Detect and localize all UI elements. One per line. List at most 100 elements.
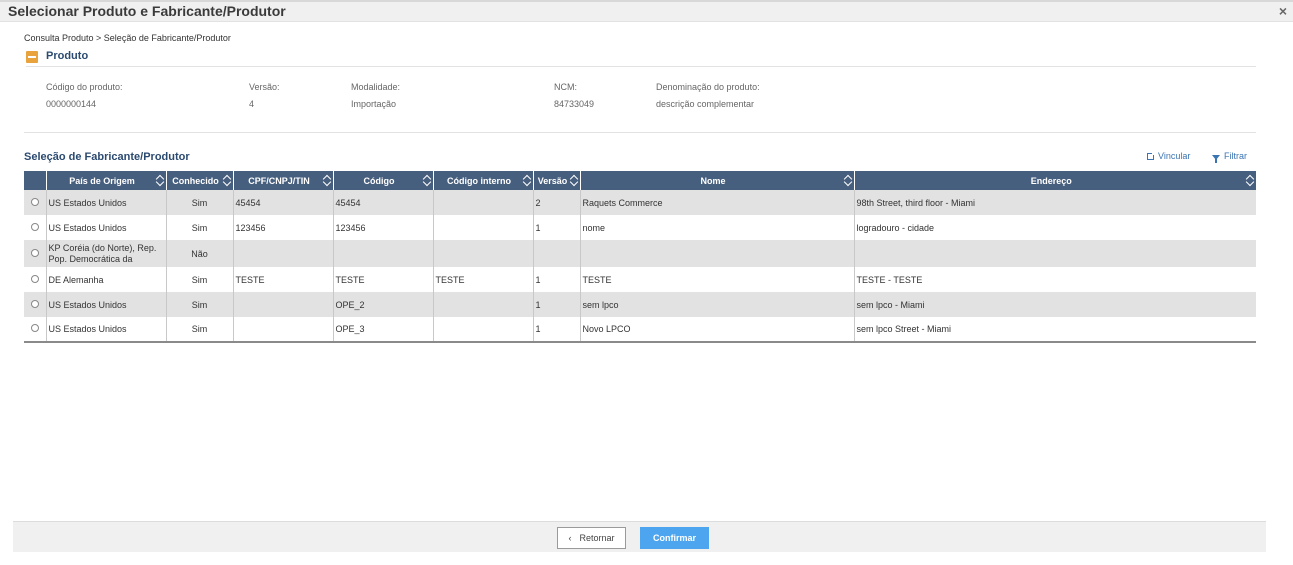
confirmar-button[interactable]: Confirmar (640, 527, 709, 549)
cell-cpf: 45454 (232, 190, 333, 215)
sort-icon[interactable] (571, 174, 577, 186)
header-nome[interactable]: Nome (579, 171, 854, 190)
cell-pais: KP Coréia (do Norte), Rep. Pop. Democrát… (45, 240, 166, 267)
cell-endereco: sem lpco - Miami (853, 292, 1256, 317)
cell-conhecido: Sim (165, 292, 233, 317)
cell-codigo: OPE_2 (332, 292, 433, 317)
breadcrumb: Consulta Produto > Seleção de Fabricante… (24, 33, 231, 43)
row-radio[interactable] (30, 197, 39, 206)
header-endereco[interactable]: Endereço (853, 171, 1256, 190)
row-select[interactable] (24, 267, 46, 292)
header-label: Código (363, 175, 395, 186)
cell-endereco: sem lpco Street - Miami (853, 317, 1256, 342)
field-value: 4 (249, 99, 255, 109)
table-row[interactable]: DE Alemanha Sim TESTE TESTE TESTE 1 TEST… (24, 267, 1256, 292)
field-value: descrição complementar (656, 99, 755, 109)
section-divider (24, 132, 1256, 133)
cell-codigo (332, 240, 433, 267)
cell-pais: DE Alemanha (45, 267, 166, 292)
row-radio[interactable] (30, 222, 39, 231)
cell-pais: US Estados Unidos (45, 190, 166, 215)
cell-nome: nome (579, 215, 854, 240)
sort-icon[interactable] (524, 174, 530, 186)
link-icon (1147, 151, 1155, 160)
produto-section-title: Produto (46, 50, 89, 62)
cell-codigo-interno (432, 215, 533, 240)
sort-icon[interactable] (157, 174, 163, 186)
sort-icon[interactable] (224, 174, 230, 186)
cell-endereco: logradouro - cidade (853, 215, 1256, 240)
cell-conhecido: Sim (165, 215, 233, 240)
header-cpf[interactable]: CPF/CNPJ/TIN (232, 171, 333, 190)
vincular-button[interactable]: Vincular (1147, 151, 1190, 161)
row-radio[interactable] (30, 248, 39, 257)
cell-codigo-interno (432, 292, 533, 317)
field-value: 84733049 (554, 99, 595, 109)
header-pais[interactable]: País de Origem (45, 171, 166, 190)
table-row[interactable]: US Estados Unidos Sim 45454 45454 2 Raqu… (24, 190, 1256, 215)
field-label: Versão: (249, 82, 280, 92)
table-row[interactable]: KP Coréia (do Norte), Rep. Pop. Democrát… (24, 240, 1256, 267)
field-label: Modalidade: (351, 82, 401, 92)
row-select[interactable] (24, 240, 46, 267)
header-label: Endereço (1030, 175, 1072, 186)
cell-nome: sem lpco (579, 292, 854, 317)
field-label: NCM: (554, 82, 577, 92)
header-label: CPF/CNPJ/TIN (248, 175, 310, 186)
cell-codigo: 45454 (332, 190, 433, 215)
fabricante-table: País de Origem Conhecido CPF/CNPJ/TIN Có… (24, 171, 1256, 343)
row-select[interactable] (24, 190, 46, 215)
sort-icon[interactable] (324, 174, 330, 186)
filtrar-label: Filtrar (1224, 151, 1247, 161)
row-select[interactable] (24, 215, 46, 240)
header-conhecido[interactable]: Conhecido (165, 171, 233, 190)
header-versao[interactable]: Versão (532, 171, 580, 190)
header-label: Nome (700, 175, 726, 186)
cell-versao: 1 (532, 317, 580, 342)
cell-versao: 2 (532, 190, 580, 215)
table-row[interactable]: US Estados Unidos Sim OPE_3 1 Novo LPCO … (24, 317, 1256, 342)
cell-pais: US Estados Unidos (45, 215, 166, 240)
field-ncm: NCM: 84733049 (554, 82, 594, 109)
table-header-row: País de Origem Conhecido CPF/CNPJ/TIN Có… (24, 171, 1256, 190)
field-label: Denominação do produto: (656, 82, 760, 92)
cell-codigo: 123456 (332, 215, 433, 240)
field-label: Código do produto: (46, 82, 123, 92)
row-radio[interactable] (30, 299, 39, 308)
row-select[interactable] (24, 292, 46, 317)
confirmar-label: Confirmar (652, 533, 696, 543)
sort-icon[interactable] (424, 174, 430, 186)
cell-nome (579, 240, 854, 267)
cell-cpf (232, 317, 333, 342)
cell-versao: 1 (532, 267, 580, 292)
retornar-label: Retornar (579, 533, 615, 543)
field-versao: Versão: 4 (249, 82, 280, 109)
header-label: País de Origem (69, 175, 135, 186)
close-icon[interactable]: × (1279, 3, 1287, 19)
sort-icon[interactable] (845, 174, 851, 186)
row-select[interactable] (24, 317, 46, 342)
field-denominacao: Denominação do produto: descrição comple… (656, 82, 760, 109)
row-radio[interactable] (30, 274, 39, 283)
cell-pais: US Estados Unidos (45, 317, 166, 342)
collapse-icon[interactable] (26, 51, 38, 63)
filtrar-button[interactable]: Filtrar (1212, 151, 1247, 163)
cell-versao: 1 (532, 292, 580, 317)
cell-cpf: TESTE (232, 267, 333, 292)
cell-cpf (232, 240, 333, 267)
cell-pais: US Estados Unidos (45, 292, 166, 317)
header-codigo-interno[interactable]: Código interno (432, 171, 533, 190)
retornar-button[interactable]: ‹ Retornar (557, 527, 626, 549)
cell-codigo-interno: TESTE (432, 267, 533, 292)
cell-conhecido: Sim (165, 267, 233, 292)
row-radio[interactable] (30, 324, 39, 332)
table-row[interactable]: US Estados Unidos Sim OPE_2 1 sem lpco s… (24, 292, 1256, 317)
footer-bar: ‹ Retornar Confirmar (13, 521, 1266, 552)
header-codigo[interactable]: Código (332, 171, 433, 190)
cell-codigo-interno (432, 240, 533, 267)
cell-versao (532, 240, 580, 267)
sort-icon[interactable] (1247, 174, 1253, 186)
filter-icon (1212, 154, 1220, 163)
table-row[interactable]: US Estados Unidos Sim 123456 123456 1 no… (24, 215, 1256, 240)
header-label: Código interno (447, 175, 511, 186)
